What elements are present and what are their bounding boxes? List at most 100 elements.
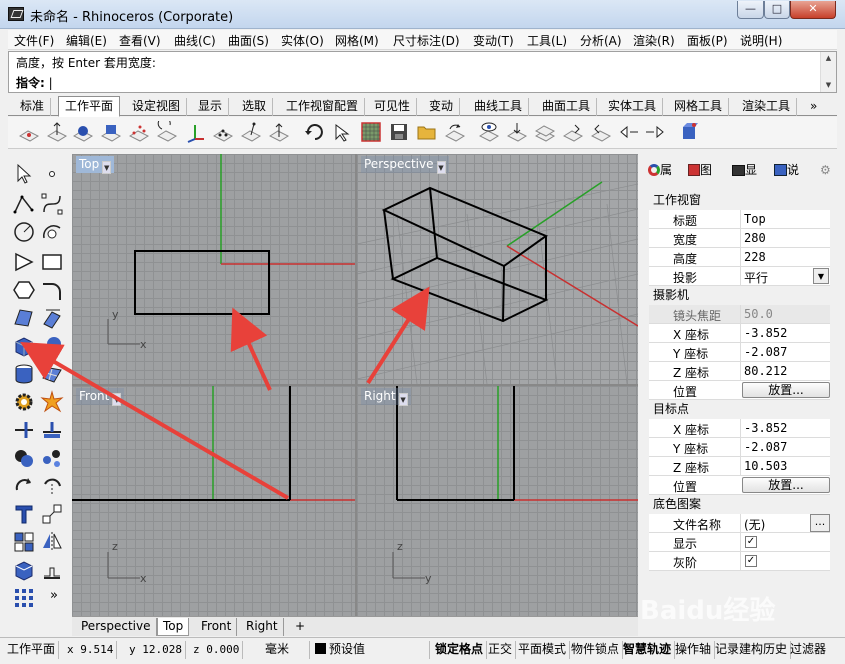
cplane-to-surface-icon[interactable] xyxy=(100,121,122,143)
tab-render-tools[interactable]: 渲染工具 xyxy=(736,98,798,116)
rectangle-icon[interactable] xyxy=(40,250,64,274)
cplane-rotate-icon[interactable] xyxy=(156,121,178,143)
panel-settings-icon[interactable]: ⚙ xyxy=(820,161,831,181)
tab-display[interactable]: 显示 xyxy=(192,98,230,116)
arc-icon[interactable] xyxy=(40,220,64,244)
add-viewport-tab-icon[interactable]: + xyxy=(290,618,310,636)
rotate-3d-icon[interactable] xyxy=(40,474,64,498)
menu-render[interactable]: 渲染(R) xyxy=(633,32,675,49)
grid-palette-icon[interactable] xyxy=(12,586,36,610)
split-icon[interactable] xyxy=(40,418,64,442)
cplane-object-icon[interactable] xyxy=(678,121,700,143)
scroll-up-icon[interactable]: ▲ xyxy=(821,52,836,65)
tab-set-view[interactable]: 设定视图 xyxy=(126,98,188,116)
status-grid-snap[interactable]: 锁定格点 xyxy=(432,641,488,659)
tab-curve-tools[interactable]: 曲线工具 xyxy=(468,98,530,116)
left-toolbar-more[interactable]: » xyxy=(50,588,58,603)
right-viewport-dropdown-icon[interactable]: ▼ xyxy=(398,393,408,406)
maximize-button[interactable]: □ xyxy=(764,1,790,19)
menu-analyze[interactable]: 分析(A) xyxy=(580,32,622,49)
boolean-icon[interactable] xyxy=(12,446,36,470)
rotate-icon[interactable] xyxy=(12,474,36,498)
render-icon[interactable] xyxy=(12,558,36,582)
tab-visibility[interactable]: 可见性 xyxy=(368,98,418,116)
save-cplane-icon[interactable] xyxy=(388,121,410,143)
box-icon[interactable] xyxy=(12,334,36,358)
tab-layers[interactable]: 图 xyxy=(688,161,712,181)
dimension-icon[interactable] xyxy=(40,502,64,526)
group-icon[interactable] xyxy=(40,446,64,470)
tab-solid-tools[interactable]: 实体工具 xyxy=(602,98,664,116)
cplane-left-icon[interactable] xyxy=(590,121,612,143)
mirror-icon[interactable] xyxy=(40,530,64,554)
menu-edit[interactable]: 编辑(E) xyxy=(66,32,107,49)
cplane-next-icon[interactable] xyxy=(644,121,666,143)
text-icon[interactable] xyxy=(12,502,36,526)
viewport-perspective[interactable]: Perspective ▼ xyxy=(357,154,638,384)
cylinder-icon[interactable] xyxy=(12,362,36,386)
viewport-front[interactable]: Front ▼ z x xyxy=(72,386,355,616)
polygon-icon[interactable] xyxy=(12,250,36,274)
close-button[interactable]: ✕ xyxy=(790,1,836,19)
undo-cplane-icon[interactable] xyxy=(304,121,326,143)
status-osnap[interactable]: 物件锁点 xyxy=(568,641,624,659)
grayscale-checkbox[interactable]: ✓ xyxy=(745,555,757,567)
analyze-icon[interactable] xyxy=(40,558,64,582)
sphere-icon[interactable] xyxy=(40,334,64,358)
menu-view[interactable]: 查看(V) xyxy=(119,32,161,49)
named-cplane-icon[interactable] xyxy=(444,121,466,143)
status-smarttrack[interactable]: 智慧轨迹 xyxy=(620,641,676,659)
trim-icon[interactable] xyxy=(12,418,36,442)
tab-transform[interactable]: 变动 xyxy=(423,98,461,116)
viewport-right[interactable]: Right ▼ z y xyxy=(357,386,638,616)
perspective-viewport-label[interactable]: Perspective ▼ xyxy=(361,156,449,174)
cplane-zaxis-icon[interactable] xyxy=(240,121,262,143)
tab-mesh-tools[interactable]: 网格工具 xyxy=(668,98,730,116)
perspective-viewport-dropdown-icon[interactable]: ▼ xyxy=(436,161,446,174)
prop-target-x-value[interactable]: -3.852 xyxy=(744,421,787,435)
toolbar-more-button[interactable]: » xyxy=(804,98,823,116)
point-icon[interactable] xyxy=(40,162,64,186)
tab-display[interactable]: 显 xyxy=(732,161,757,181)
status-filter[interactable]: 过滤器 xyxy=(787,641,829,659)
menu-transform[interactable]: 变动(T) xyxy=(473,32,514,49)
menu-dimension[interactable]: 尺寸标注(D) xyxy=(393,32,460,49)
scroll-down-icon[interactable]: ▼ xyxy=(821,79,836,92)
menu-panels[interactable]: 面板(P) xyxy=(687,32,728,49)
status-cplane[interactable]: 工作平面 xyxy=(4,641,60,659)
menu-help[interactable]: 说明(H) xyxy=(740,32,782,49)
front-viewport-dropdown-icon[interactable]: ▼ xyxy=(112,393,122,406)
tab-select[interactable]: 选取 xyxy=(236,98,274,116)
circle-icon[interactable] xyxy=(12,220,36,244)
explode-icon[interactable] xyxy=(40,390,64,414)
status-ortho[interactable]: 正交 xyxy=(485,641,517,659)
menu-curve[interactable]: 曲线(C) xyxy=(174,32,216,49)
menu-surface[interactable]: 曲面(S) xyxy=(228,32,269,49)
menu-solid[interactable]: 实体(O) xyxy=(281,32,324,49)
vptab-front[interactable]: Front xyxy=(196,618,238,636)
cplane-to-object-icon[interactable] xyxy=(72,121,94,143)
vptab-right[interactable]: Right xyxy=(241,618,284,636)
cplane-curve-icon[interactable] xyxy=(268,121,290,143)
rhino-app-icon[interactable] xyxy=(8,7,24,21)
menu-mesh[interactable]: 网格(M) xyxy=(335,32,379,49)
mesh-icon[interactable] xyxy=(40,362,64,386)
curve-control-points-icon[interactable] xyxy=(40,192,64,216)
prop-target-z-value[interactable]: 10.503 xyxy=(744,459,787,473)
cplane-set-origin-icon[interactable] xyxy=(18,121,40,143)
minimize-button[interactable]: — xyxy=(737,1,764,19)
top-viewport-label[interactable]: Top ▼ xyxy=(76,156,115,174)
fillet-curve-icon[interactable] xyxy=(40,278,64,302)
prop-height-value[interactable]: 228 xyxy=(744,250,766,264)
prop-title-value[interactable]: Top xyxy=(744,212,766,226)
tab-viewport-layout[interactable]: 工作视窗配置 xyxy=(280,98,366,116)
open-cplane-icon[interactable] xyxy=(416,121,438,143)
status-gumball[interactable]: 操作轴 xyxy=(672,641,716,659)
target-place-button[interactable]: 放置... xyxy=(742,477,830,493)
projection-dropdown-icon[interactable]: ▼ xyxy=(813,268,829,284)
command-area[interactable]: 高度，按 Enter 套用宽度: 指令: | ▲ ▼ xyxy=(8,51,837,93)
array-icon[interactable] xyxy=(12,530,36,554)
camera-place-button[interactable]: 放置... xyxy=(742,382,830,398)
hexagon-icon[interactable] xyxy=(12,278,36,302)
top-viewport-dropdown-icon[interactable]: ▼ xyxy=(102,161,112,174)
